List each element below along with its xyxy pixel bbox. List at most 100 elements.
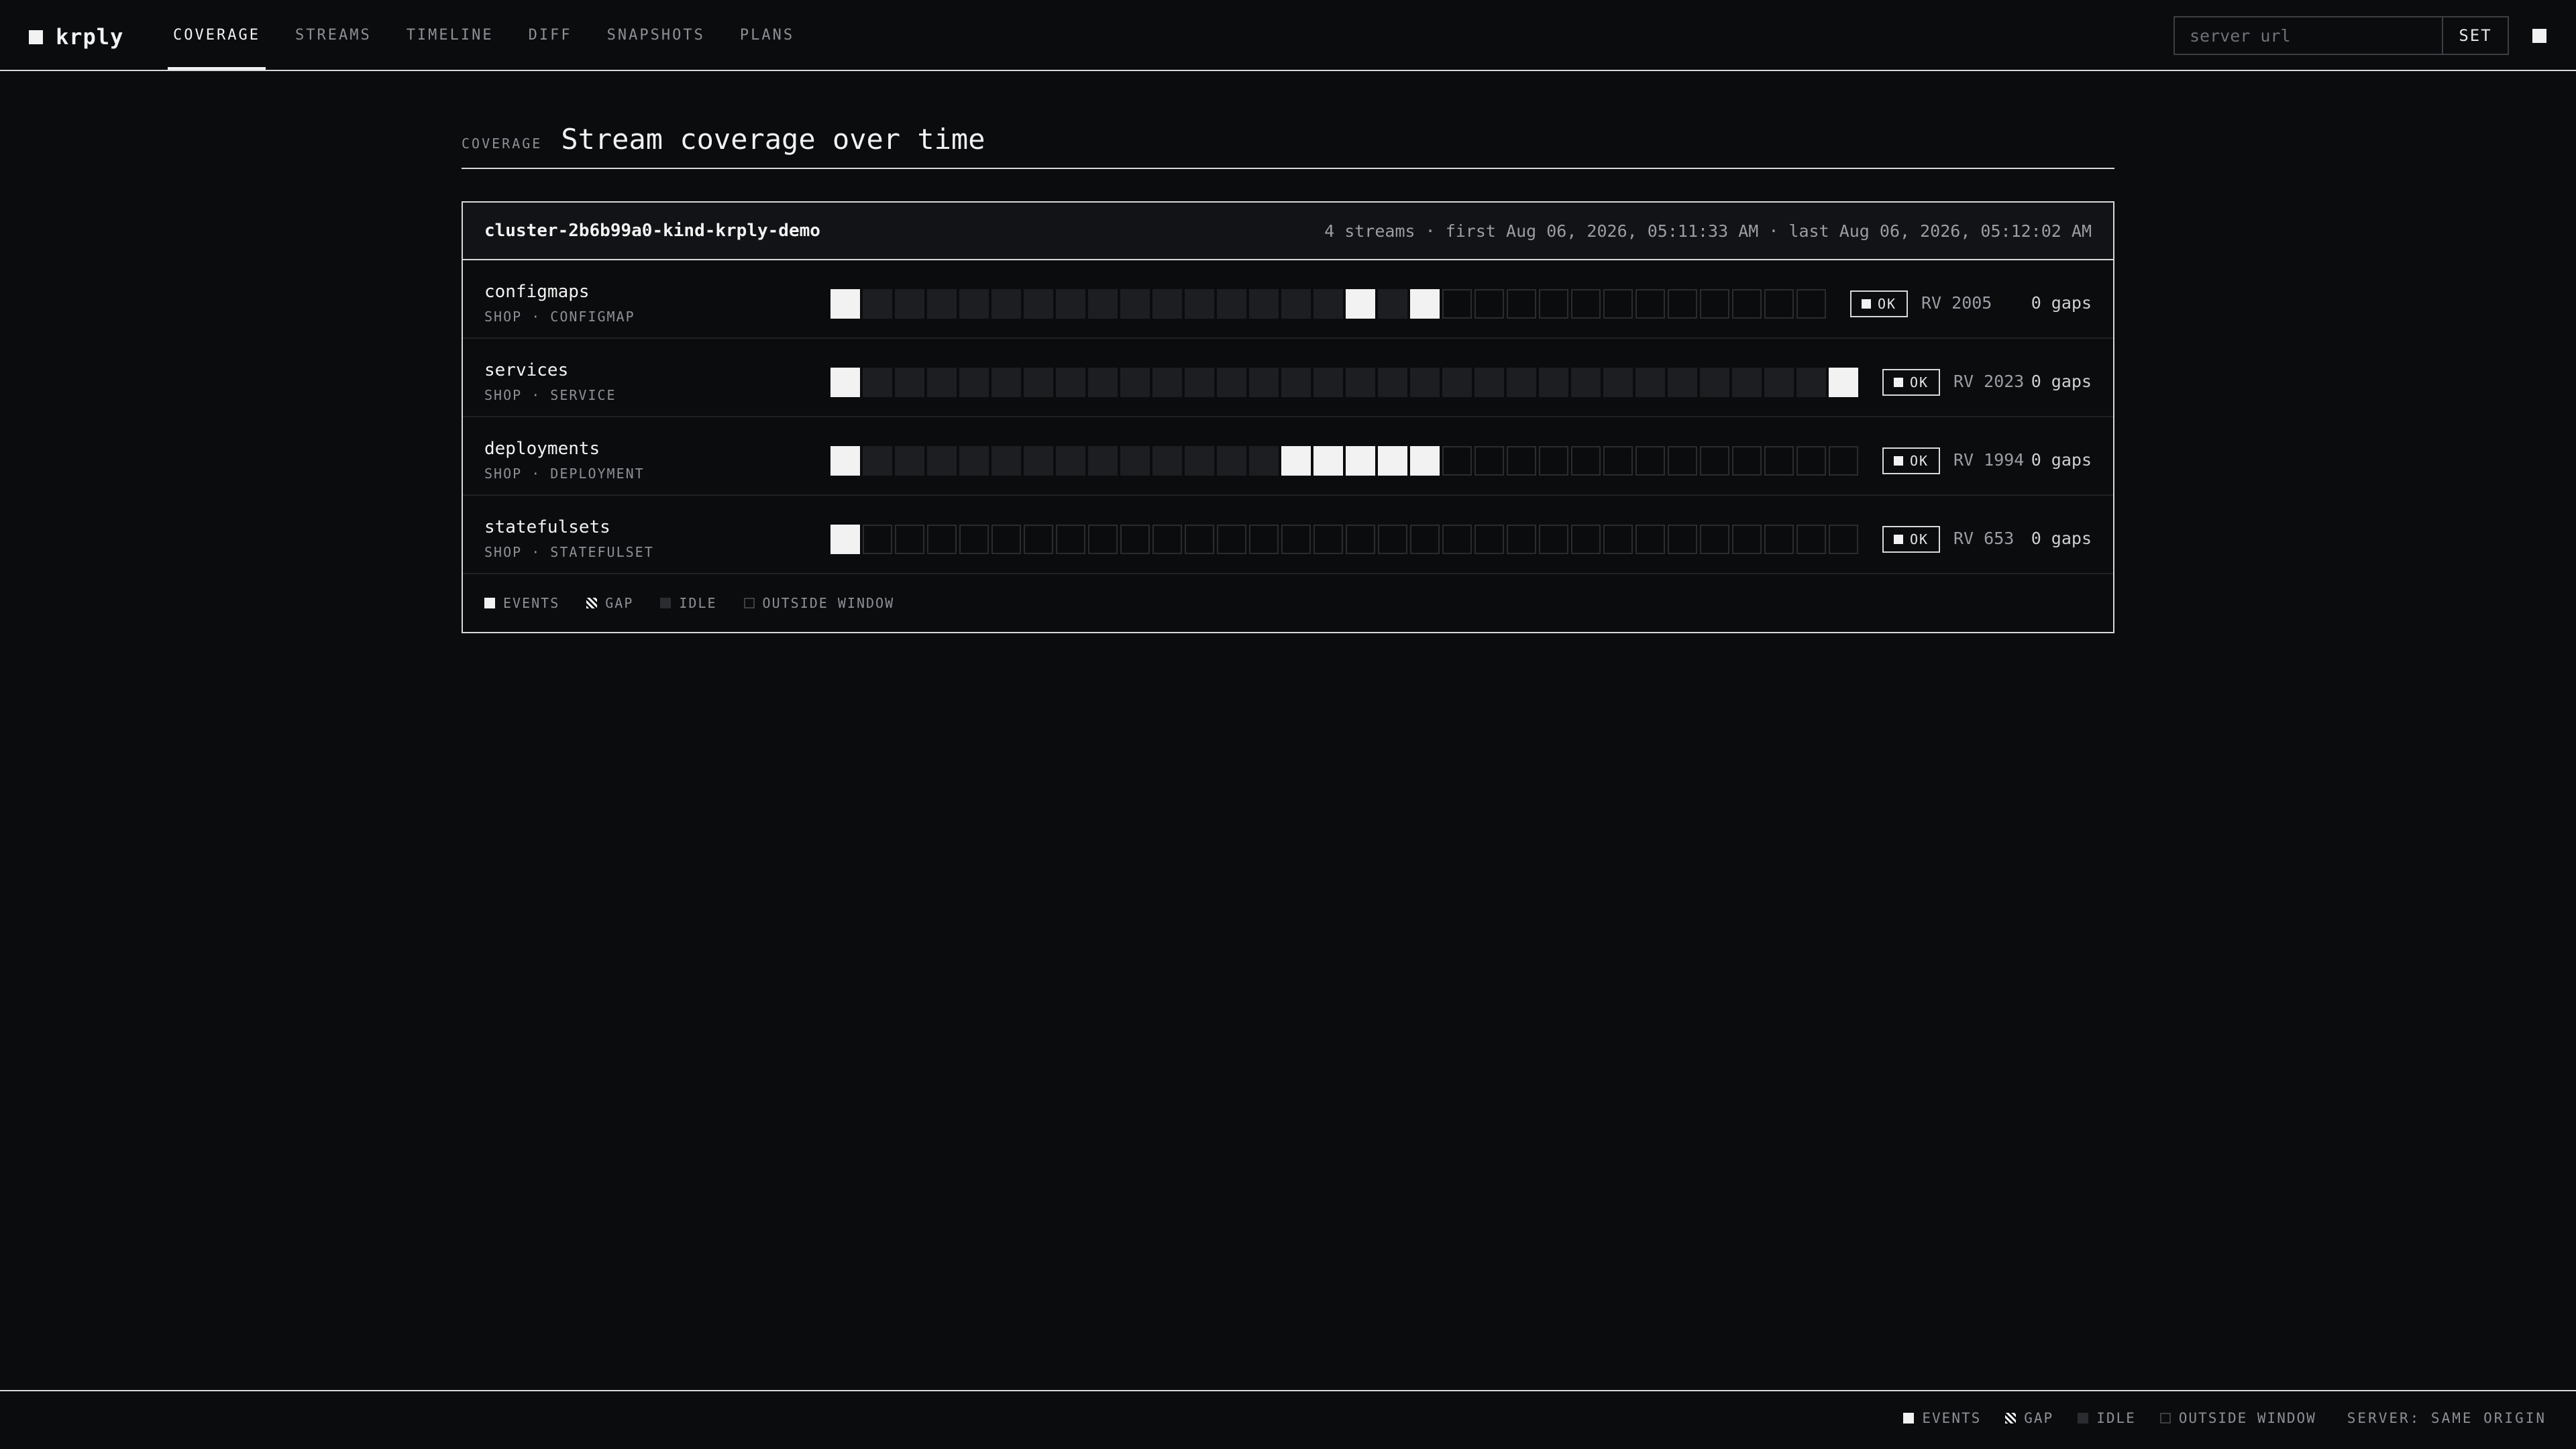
coverage-cell-outside[interactable] (1539, 289, 1568, 319)
coverage-cell-idle[interactable] (1185, 368, 1214, 397)
stream-row-services[interactable]: services SHOP · SERVICE OK RV 2023 0 gap… (463, 339, 2113, 417)
coverage-cell-outside[interactable] (1378, 525, 1407, 554)
coverage-cell-outside[interactable] (1024, 525, 1053, 554)
coverage-cell-events[interactable] (830, 525, 860, 554)
theme-toggle-icon[interactable] (2532, 29, 2546, 43)
coverage-cell-idle[interactable] (1410, 368, 1440, 397)
coverage-cell-idle[interactable] (895, 446, 924, 476)
set-server-button[interactable]: SET (2443, 16, 2509, 55)
coverage-cell-outside[interactable] (1088, 525, 1118, 554)
coverage-cell-outside[interactable] (1249, 525, 1279, 554)
coverage-cell-idle[interactable] (1313, 368, 1343, 397)
coverage-cell-events[interactable] (830, 368, 860, 397)
coverage-cell-outside[interactable] (1764, 446, 1794, 476)
coverage-cell-idle[interactable] (1474, 368, 1504, 397)
coverage-cell-outside[interactable] (1474, 525, 1504, 554)
coverage-cell-events[interactable] (1313, 446, 1343, 476)
coverage-cell-outside[interactable] (1829, 525, 1858, 554)
coverage-cell-outside[interactable] (1571, 289, 1601, 319)
coverage-cell-idle[interactable] (1442, 368, 1472, 397)
coverage-cell-events[interactable] (830, 446, 860, 476)
coverage-cell-outside[interactable] (1796, 289, 1826, 319)
coverage-cell-outside[interactable] (1732, 525, 1762, 554)
coverage-cell-idle[interactable] (1346, 368, 1375, 397)
coverage-cell-outside[interactable] (1796, 525, 1826, 554)
coverage-cell-outside[interactable] (1668, 446, 1697, 476)
coverage-cell-outside[interactable] (1571, 446, 1601, 476)
coverage-cell-outside[interactable] (1764, 289, 1794, 319)
coverage-cell-outside[interactable] (1700, 525, 1729, 554)
coverage-cell-outside[interactable] (1732, 446, 1762, 476)
coverage-cell-idle[interactable] (1378, 368, 1407, 397)
coverage-cell-idle[interactable] (1281, 368, 1311, 397)
coverage-cell-outside[interactable] (1056, 525, 1085, 554)
coverage-cell-idle[interactable] (1088, 289, 1118, 319)
coverage-cell-outside[interactable] (1507, 446, 1536, 476)
coverage-cell-idle[interactable] (1185, 446, 1214, 476)
coverage-cell-idle[interactable] (1217, 446, 1246, 476)
tab-coverage[interactable]: COVERAGE (168, 0, 266, 70)
coverage-cell-idle[interactable] (1313, 289, 1343, 319)
server-url-input[interactable] (2174, 16, 2443, 55)
coverage-cell-idle[interactable] (1378, 289, 1407, 319)
coverage-cell-outside[interactable] (1603, 446, 1633, 476)
coverage-cell-outside[interactable] (927, 525, 957, 554)
coverage-cell-idle[interactable] (927, 446, 957, 476)
coverage-cell-idle[interactable] (1056, 368, 1085, 397)
coverage-cell-events[interactable] (830, 289, 860, 319)
coverage-cell-idle[interactable] (895, 368, 924, 397)
coverage-cell-outside[interactable] (1507, 289, 1536, 319)
brand[interactable]: krply (29, 24, 123, 50)
coverage-cell-idle[interactable] (1120, 289, 1150, 319)
coverage-cell-idle[interactable] (1024, 368, 1053, 397)
coverage-cell-outside[interactable] (1442, 446, 1472, 476)
coverage-cell-idle[interactable] (991, 446, 1021, 476)
coverage-cell-idle[interactable] (1120, 368, 1150, 397)
coverage-cell-idle[interactable] (1024, 446, 1053, 476)
coverage-cell-idle[interactable] (1796, 368, 1826, 397)
coverage-cell-outside[interactable] (863, 525, 892, 554)
coverage-cell-outside[interactable] (1539, 446, 1568, 476)
coverage-cell-outside[interactable] (991, 525, 1021, 554)
tab-plans[interactable]: PLANS (735, 0, 800, 70)
coverage-cell-idle[interactable] (863, 368, 892, 397)
coverage-cell-outside[interactable] (1474, 446, 1504, 476)
coverage-cell-outside[interactable] (1474, 289, 1504, 319)
coverage-cell-idle[interactable] (1732, 368, 1762, 397)
coverage-cell-outside[interactable] (1507, 525, 1536, 554)
coverage-cell-idle[interactable] (1571, 368, 1601, 397)
coverage-cell-idle[interactable] (1217, 289, 1246, 319)
coverage-cell-idle[interactable] (1603, 368, 1633, 397)
coverage-cell-idle[interactable] (927, 289, 957, 319)
coverage-cell-outside[interactable] (1635, 289, 1665, 319)
coverage-cell-idle[interactable] (1507, 368, 1536, 397)
coverage-cell-outside[interactable] (1603, 525, 1633, 554)
coverage-cell-outside[interactable] (1732, 289, 1762, 319)
coverage-cell-idle[interactable] (1539, 368, 1568, 397)
coverage-cell-outside[interactable] (1346, 525, 1375, 554)
coverage-cell-idle[interactable] (1088, 446, 1118, 476)
stream-row-configmaps[interactable]: configmaps SHOP · CONFIGMAP OK RV 2005 0… (463, 260, 2113, 339)
coverage-cell-outside[interactable] (1539, 525, 1568, 554)
coverage-cell-events[interactable] (1410, 289, 1440, 319)
coverage-cell-idle[interactable] (991, 368, 1021, 397)
coverage-cell-idle[interactable] (991, 289, 1021, 319)
coverage-cell-outside[interactable] (1217, 525, 1246, 554)
coverage-cell-idle[interactable] (1056, 289, 1085, 319)
coverage-cell-outside[interactable] (1829, 446, 1858, 476)
coverage-cell-outside[interactable] (1764, 525, 1794, 554)
coverage-cell-idle[interactable] (1152, 289, 1182, 319)
coverage-cell-idle[interactable] (895, 289, 924, 319)
coverage-cell-events[interactable] (1410, 446, 1440, 476)
coverage-cell-idle[interactable] (1024, 289, 1053, 319)
coverage-cell-outside[interactable] (895, 525, 924, 554)
coverage-cell-idle[interactable] (1088, 368, 1118, 397)
coverage-cell-idle[interactable] (1217, 368, 1246, 397)
coverage-cell-outside[interactable] (1281, 525, 1311, 554)
coverage-cell-idle[interactable] (863, 446, 892, 476)
coverage-cell-idle[interactable] (1249, 446, 1279, 476)
coverage-cell-outside[interactable] (1410, 525, 1440, 554)
coverage-cell-idle[interactable] (1700, 368, 1729, 397)
coverage-cell-idle[interactable] (863, 289, 892, 319)
stream-row-deployments[interactable]: deployments SHOP · DEPLOYMENT OK RV 1994… (463, 417, 2113, 496)
